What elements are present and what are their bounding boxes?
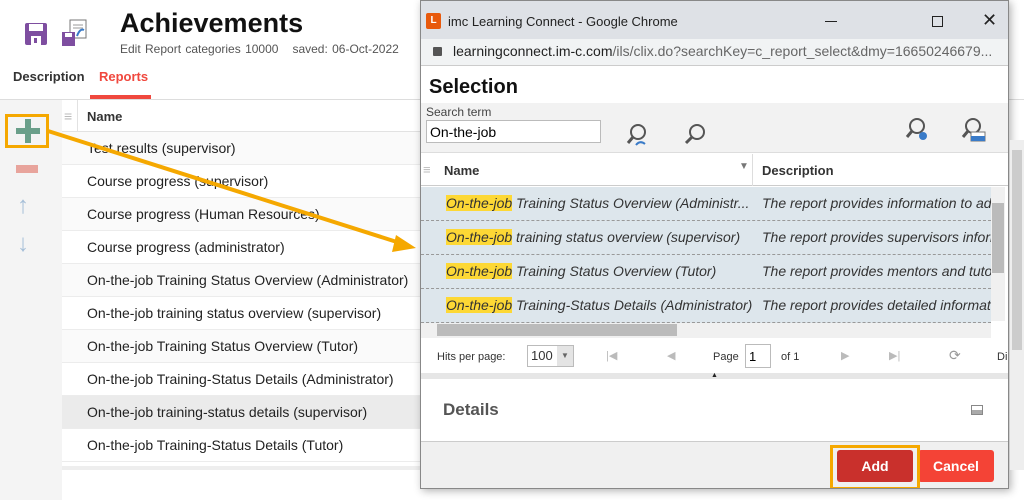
hits-value: 100	[531, 348, 553, 363]
page-count: of 1	[781, 351, 800, 363]
minimize-icon[interactable]	[825, 21, 837, 22]
hits-label: Hits per page:	[437, 351, 506, 363]
search-panel: Search term	[421, 103, 1008, 153]
search-match: On-the-job	[446, 229, 513, 245]
report-name: Training Status Overview (Administr...	[512, 195, 750, 211]
background-scrollbar[interactable]	[1010, 140, 1024, 470]
column-name[interactable]: Name	[444, 163, 479, 178]
reset-search-icon[interactable]	[626, 123, 648, 149]
popup-heading: Selection	[429, 76, 518, 98]
url-path: /ils/clix.do?searchKey=c_report_select&d…	[612, 43, 993, 59]
page-label: Page	[713, 351, 739, 363]
search-layout-icon[interactable]	[961, 117, 987, 143]
display-label: Di	[997, 351, 1008, 363]
page-input[interactable]	[745, 344, 771, 368]
details-heading: Details	[443, 400, 499, 419]
result-row[interactable]: On-the-job Training-Status Details (Admi…	[421, 289, 991, 323]
window-title-bar: L imc Learning Connect - Google Chrome ✕	[421, 1, 1008, 39]
report-name: Training Status Overview (Tutor)	[512, 263, 717, 279]
results-header: ≡ Name ▼ Description	[421, 154, 1008, 186]
result-row[interactable]: On-the-job Training Status Overview (Tut…	[421, 255, 991, 289]
report-name: training status overview (supervisor)	[512, 229, 741, 245]
result-row[interactable]: On-the-job Training Status Overview (Adm…	[421, 187, 991, 221]
report-name: Training-Status Details (Administrator)	[512, 297, 753, 313]
report-description: The report provides detailed informati	[762, 297, 991, 313]
refresh-icon[interactable]: ⟳	[949, 347, 961, 364]
close-icon[interactable]: ✕	[982, 10, 997, 31]
lock-icon	[433, 47, 442, 56]
search-settings-icon[interactable]	[905, 117, 929, 143]
horizontal-scrollbar[interactable]	[421, 322, 991, 338]
report-description: The report provides supervisors inform	[762, 229, 991, 245]
add-highlight	[830, 445, 920, 488]
address-bar[interactable]: learningconnect.im-c.com/ils/clix.do?sea…	[421, 39, 1008, 66]
search-match: On-the-job	[446, 297, 513, 313]
collapse-details-icon[interactable]	[971, 405, 983, 415]
app-icon: L	[426, 13, 441, 29]
report-description: The report provides mentors and tutor	[762, 263, 991, 279]
url-host: learningconnect.im-c.com	[453, 43, 613, 59]
splitter[interactable]: ▲	[421, 372, 1008, 379]
column-menu-icon[interactable]: ≡	[423, 162, 431, 177]
search-match: On-the-job	[446, 263, 513, 279]
report-description: The report provides information to ad	[762, 195, 991, 211]
last-page-icon[interactable]: ▶|	[889, 349, 900, 362]
hits-per-page-select[interactable]: 100 ▼	[527, 345, 574, 367]
cancel-button[interactable]: Cancel	[918, 450, 994, 482]
dropdown-icon: ▼	[557, 346, 573, 366]
pager: Hits per page: 100▼ |◀ ◀ Page of 1 ▶ ▶| …	[421, 339, 1008, 373]
column-description[interactable]: Description	[762, 163, 834, 178]
maximize-icon[interactable]	[932, 16, 943, 27]
search-match: On-the-job	[446, 195, 513, 211]
search-label: Search term	[426, 105, 492, 119]
search-input[interactable]	[426, 120, 601, 143]
vertical-scrollbar[interactable]	[991, 187, 1005, 321]
prev-page-icon[interactable]: ◀	[667, 349, 675, 362]
sort-dropdown-icon[interactable]: ▼	[739, 161, 749, 172]
first-page-icon[interactable]: |◀	[606, 349, 617, 362]
result-row[interactable]: On-the-job training status overview (sup…	[421, 221, 991, 255]
next-page-icon[interactable]: ▶	[841, 349, 849, 362]
selection-popup-window: L imc Learning Connect - Google Chrome ✕…	[420, 0, 1009, 489]
search-icon[interactable]	[684, 123, 706, 145]
window-title: imc Learning Connect - Google Chrome	[448, 14, 678, 29]
